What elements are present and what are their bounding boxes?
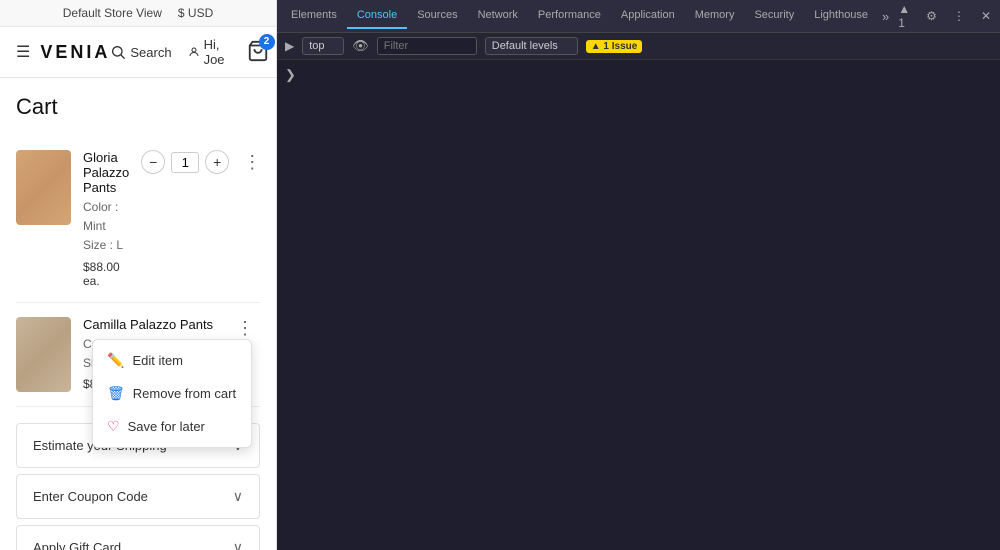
accordion-coupon-header[interactable]: Enter Coupon Code ∨	[17, 475, 259, 518]
devtools-tab-elements[interactable]: Elements	[281, 3, 347, 29]
item-more-btn-2[interactable]: ⋮	[230, 317, 260, 339]
edit-label: Edit item	[132, 353, 183, 368]
qty-decrease-1[interactable]: −	[141, 150, 165, 174]
search-label: Search	[130, 45, 171, 60]
item-price-1: $88.00 ea.	[83, 260, 129, 288]
accordion-gift-card-chevron: ∨	[233, 539, 243, 550]
devtools-tab-security[interactable]: Security	[744, 3, 804, 29]
search-button[interactable]: Search	[110, 44, 171, 60]
devtools-levels-select[interactable]: Default levels	[485, 37, 578, 55]
save-label: Save for later	[128, 419, 205, 434]
heart-icon: ♡	[107, 418, 120, 435]
search-icon	[110, 44, 126, 60]
devtools-context-select[interactable]: top	[302, 37, 344, 55]
devtools-tab-performance[interactable]: Performance	[528, 3, 611, 29]
brand-logo: VENIA	[40, 42, 110, 63]
hamburger-icon[interactable]: ☰	[16, 42, 30, 62]
user-label: Hi, Joe	[204, 37, 231, 67]
devtools-tab-memory[interactable]: Memory	[685, 3, 745, 29]
accordion-gift-card: Apply Gift Card ∨	[16, 525, 260, 550]
user-icon	[188, 43, 200, 61]
item-color-1: Color : Mint	[83, 198, 129, 236]
devtools-tab-console[interactable]: Console	[347, 3, 407, 29]
devtools-settings-icon[interactable]: ⚙	[921, 7, 942, 25]
qty-control-1: − 1 +	[141, 150, 229, 174]
devtools-issue-badge[interactable]: ▲ 1 Issue	[586, 40, 643, 53]
devtools-expand-btn[interactable]: ▶	[285, 39, 294, 53]
store-topbar: Default Store View $ USD	[0, 0, 276, 27]
devtools-toolbar: ▶ top 👁 Default levels ▲ 1 Issue	[277, 33, 1000, 60]
user-button[interactable]: Hi, Joe	[188, 37, 231, 67]
qty-increase-1[interactable]: +	[205, 150, 229, 174]
context-menu: ✏️ Edit item 🗑 Remove from cart ♡ Save f…	[92, 339, 252, 448]
app-panel: Default Store View $ USD ☰ VENIA Search …	[0, 0, 277, 550]
devtools-tab-controls: ▲ 1 ⚙ ⋮ ✕	[893, 0, 996, 32]
devtools-vertical-dots-icon[interactable]: ⋮	[948, 7, 970, 25]
accordion-coupon-chevron: ∨	[233, 488, 243, 505]
item-name-1: Gloria Palazzo Pants	[83, 150, 129, 195]
devtools-content: ❯	[277, 60, 1000, 550]
devtools-filter-input[interactable]	[377, 37, 477, 55]
devtools-tab-overflow-btn[interactable]: »	[878, 3, 893, 30]
cart-badge: 2	[259, 34, 275, 50]
devtools-tab-network[interactable]: Network	[468, 3, 528, 29]
devtools-tab-sources[interactable]: Sources	[407, 3, 467, 29]
cart-item-2: Camilla Palazzo Pants Color : Rain Size …	[16, 303, 260, 407]
currency-label: $ USD	[178, 6, 213, 20]
edit-item-btn[interactable]: ✏️ Edit item	[93, 344, 251, 377]
item-image-placeholder-1	[16, 150, 71, 225]
accordion-coupon-label: Enter Coupon Code	[33, 489, 148, 504]
cart-item-1: Gloria Palazzo Pants Color : Mint Size :…	[16, 136, 260, 303]
item-info-1: Gloria Palazzo Pants Color : Mint Size :…	[83, 150, 129, 288]
devtools-panel: Elements Console Sources Network Perform…	[277, 0, 1000, 550]
devtools-eye-icon[interactable]: 👁	[352, 38, 369, 54]
store-view-label: Default Store View	[63, 6, 162, 20]
header-right: Search Hi, Joe 2	[110, 37, 268, 67]
item-image-1	[16, 150, 71, 225]
edit-icon: ✏️	[107, 352, 124, 369]
devtools-tab-application[interactable]: Application	[611, 3, 685, 29]
item-image-placeholder-2	[16, 317, 71, 392]
item-more-btn-1[interactable]: ⋮	[237, 151, 267, 173]
remove-icon: 🗑	[107, 385, 125, 402]
cart-button[interactable]: 2	[247, 40, 269, 65]
store-header: ☰ VENIA Search Hi, Joe 2	[0, 27, 276, 78]
devtools-tab-lighthouse[interactable]: Lighthouse	[804, 3, 878, 29]
accordion-coupon: Enter Coupon Code ∨	[16, 474, 260, 519]
devtools-issue-counter[interactable]: ▲ 1	[893, 0, 915, 32]
remove-label: Remove from cart	[133, 386, 236, 401]
remove-item-btn[interactable]: 🗑 Remove from cart	[93, 377, 251, 410]
store-main: Cart Gloria Palazzo Pants Color : Mint S…	[0, 78, 276, 550]
devtools-tabs: Elements Console Sources Network Perform…	[277, 0, 1000, 33]
qty-value-1: 1	[171, 152, 199, 173]
devtools-console-arrow[interactable]: ❯	[285, 67, 296, 82]
devtools-close-icon[interactable]: ✕	[976, 7, 996, 25]
save-for-later-btn[interactable]: ♡ Save for later	[93, 410, 251, 443]
accordion-gift-card-label: Apply Gift Card	[33, 540, 121, 550]
item-size-1: Size : L	[83, 236, 129, 255]
item-actions-1: − 1 + ⋮	[141, 150, 267, 174]
accordion-gift-card-header[interactable]: Apply Gift Card ∨	[17, 526, 259, 550]
cart-title: Cart	[16, 94, 260, 120]
header-left: ☰ VENIA	[16, 42, 110, 63]
item-image-2	[16, 317, 71, 392]
